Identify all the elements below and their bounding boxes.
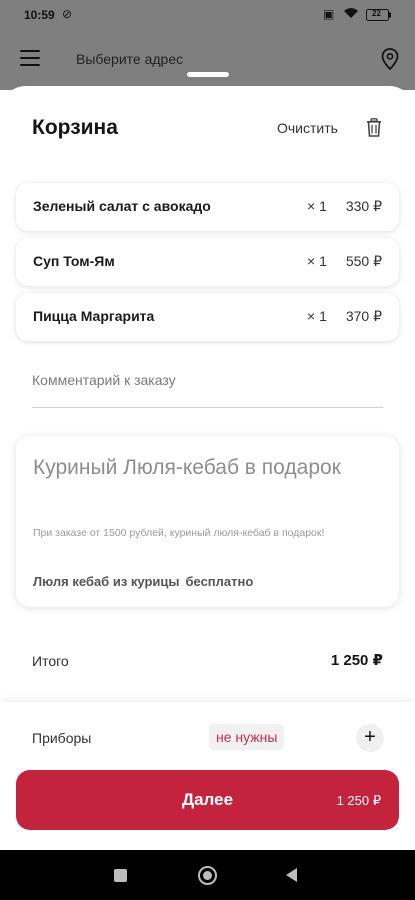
plus-icon: + — [364, 726, 376, 748]
cart-item-qty: × 1 — [307, 253, 327, 269]
location-pin-icon[interactable] — [381, 48, 399, 70]
back-icon[interactable] — [286, 868, 297, 882]
cart-sheet: Корзина Очистить Зеленый салат с авокадо… — [0, 86, 415, 850]
menu-icon[interactable] — [20, 50, 40, 66]
system-nav-bar — [0, 850, 415, 900]
trash-icon[interactable] — [366, 118, 382, 137]
sim-icon: ▣ — [323, 7, 335, 21]
cart-title: Корзина — [32, 116, 118, 139]
cart-item-name: Пицца Маргарита — [33, 308, 155, 324]
cart-item[interactable]: Пицца Маргарита × 1 370 ₽ — [16, 293, 399, 341]
promo-gift-name: Люля кебаб из курицы — [33, 574, 180, 589]
cart-item[interactable]: Зеленый салат с авокадо × 1 330 ₽ — [16, 183, 399, 231]
next-button-amount: 1 250 ₽ — [336, 793, 381, 808]
clear-cart-button[interactable]: Очистить — [277, 120, 338, 136]
sheet-drag-handle[interactable] — [187, 72, 229, 77]
address-selector[interactable]: Выберите адрес — [76, 51, 183, 67]
cart-item-name: Суп Том-Ям — [33, 253, 115, 269]
recents-icon[interactable] — [114, 869, 127, 882]
status-time: 10:59 — [24, 8, 55, 22]
sync-disabled-icon: ⊘ — [62, 7, 73, 21]
cutlery-value[interactable]: не нужны — [209, 724, 285, 750]
status-bar: 10:59 ⊘ ▣ 22 — [0, 0, 415, 30]
cart-item-qty: × 1 — [307, 198, 327, 214]
battery-level: 22 — [372, 9, 381, 18]
cutlery-label: Приборы — [32, 730, 92, 746]
checkout-panel: Приборы не нужны + Далее 1 250 ₽ — [0, 702, 415, 850]
promo-description: При заказе от 1500 рублей, куриный люля-… — [33, 527, 325, 539]
next-button[interactable]: Далее 1 250 ₽ — [16, 770, 399, 830]
wifi-icon — [343, 7, 359, 22]
promo-gift-price: бесплатно — [185, 574, 254, 589]
cart-item-price: 330 ₽ — [345, 198, 382, 214]
home-icon[interactable] — [198, 866, 217, 885]
promo-title: Куриный Люля-кебаб в подарок — [33, 456, 341, 479]
cart-item-price: 550 ₽ — [345, 253, 382, 269]
app-bar: Выберите адрес — [0, 30, 415, 90]
total-value: 1 250 ₽ — [330, 652, 383, 669]
cart-item-qty: × 1 — [307, 308, 327, 324]
order-comment-input[interactable]: Комментарий к заказу — [32, 372, 383, 408]
cart-item-name: Зеленый салат с авокадо — [33, 198, 211, 214]
cart-item[interactable]: Суп Том-Ям × 1 550 ₽ — [16, 238, 399, 286]
promo-card: Куриный Люля-кебаб в подарок При заказе … — [16, 436, 399, 607]
add-cutlery-button[interactable]: + — [356, 724, 384, 752]
promo-gift-line: Люля кебаб из курицы бесплатно — [33, 574, 253, 589]
cart-item-price: 370 ₽ — [345, 308, 382, 324]
total-label: Итого — [32, 653, 69, 669]
